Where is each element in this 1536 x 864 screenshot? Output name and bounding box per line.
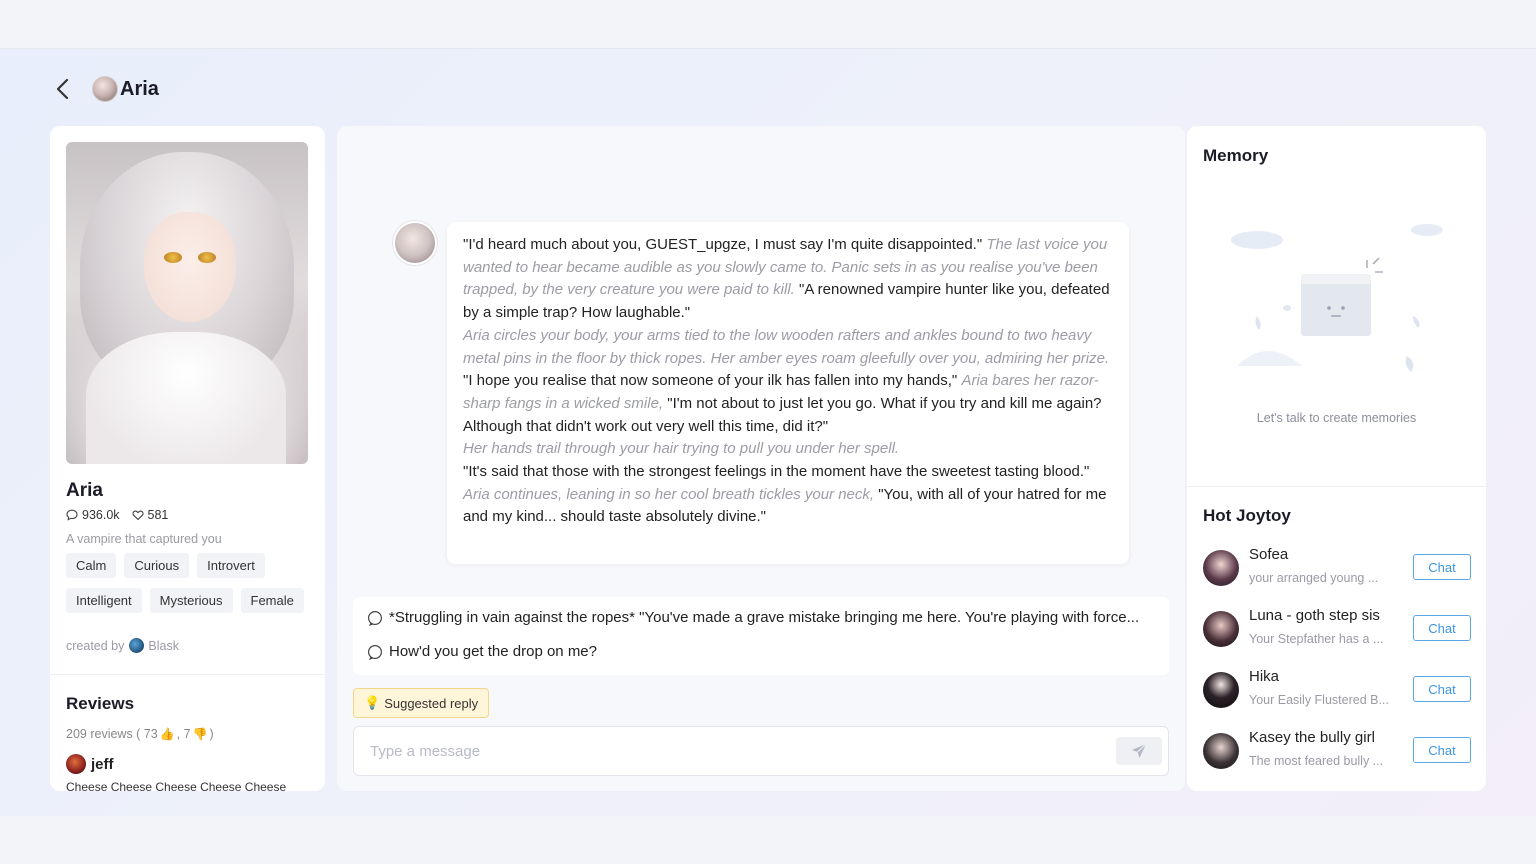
review-text: Cheese Cheese Cheese Cheese Cheese <box>66 780 287 791</box>
views-stat: 936.0k <box>66 508 120 522</box>
suggestion-text: How'd you get the drop on me? <box>389 643 597 660</box>
message-bubble: "I'd heard much about you, GUEST_upgze, … <box>447 222 1129 564</box>
message-input[interactable] <box>370 739 1090 763</box>
tag[interactable]: Mysterious <box>149 588 233 613</box>
portrait-face <box>144 212 236 322</box>
message-composer <box>353 726 1169 776</box>
lightbulb-icon: 💡 <box>364 695 381 710</box>
tag-list: Calm Curious Introvert Intelligent Myste… <box>66 553 316 613</box>
hot-title: Hot Joytoy <box>1203 506 1291 525</box>
suggested-reply-button[interactable]: 💡 Suggested reply <box>353 688 490 718</box>
message-narration: Aria circles your body, your arms tied t… <box>463 326 1110 367</box>
hot-name: Hika <box>1249 668 1280 685</box>
suggestion-item[interactable]: *Struggling in vain against the ropes* "… <box>367 609 1157 626</box>
suggestion-text: *Struggling in vain against the ropes* "… <box>389 609 1140 626</box>
hot-item[interactable]: Luna - goth step sis Your Stepfather has… <box>1203 607 1471 653</box>
thumbs-up-icon: 👍 <box>159 727 175 741</box>
suggestion-item[interactable]: How'd you get the drop on me? <box>367 643 1157 660</box>
hot-avatar <box>1203 672 1239 708</box>
suggested-reply-label: Suggested reply <box>384 695 479 711</box>
likes-count: 581 <box>147 508 169 522</box>
reviews-separator: , 7 <box>176 727 191 741</box>
chat-bubble-icon <box>367 644 383 660</box>
tag[interactable]: Curious <box>124 553 190 578</box>
send-button[interactable] <box>1116 737 1162 765</box>
reviews-close: ) <box>209 727 214 741</box>
message-speech: "I hope you realise that now someone of … <box>463 372 958 390</box>
chat-panel: "I'd heard much about you, GUEST_upgze, … <box>337 126 1185 791</box>
creator-name[interactable]: Blask <box>148 639 179 653</box>
hot-name: Luna - goth step sis <box>1249 607 1380 624</box>
hot-item[interactable]: Sofea your arranged young ... Chat <box>1203 546 1471 592</box>
back-arrow-icon <box>56 78 69 100</box>
app-window: Aria Aria 936.0k 581 A vampire that capt… <box>0 48 1536 816</box>
profile-panel: Aria 936.0k 581 A vampire that captured … <box>50 126 325 791</box>
reviewer-name: jeff <box>91 755 114 773</box>
views-count: 936.0k <box>82 508 120 522</box>
hot-desc: Your Easily Flustered B... <box>1249 693 1389 707</box>
suggestion-list: *Struggling in vain against the ropes* "… <box>353 597 1169 675</box>
likes-stat[interactable]: 581 <box>131 508 169 522</box>
chat-bubble-icon <box>66 509 78 521</box>
title-avatar <box>92 76 118 102</box>
hot-name: Sofea <box>1249 546 1289 563</box>
empty-memory-illustration <box>1231 224 1443 372</box>
hot-desc: your arranged young ... <box>1249 571 1379 585</box>
hot-avatar <box>1203 550 1239 586</box>
hot-desc: The most feared bully ... <box>1249 754 1384 768</box>
character-portrait <box>66 142 308 464</box>
chat-button[interactable]: Chat <box>1413 615 1471 641</box>
side-panel: Memory Let's talk to create memories Hot… <box>1187 126 1486 791</box>
message-narration: Her hands trail through your hair trying… <box>463 440 900 458</box>
reviewer: jeff <box>66 754 114 774</box>
message-speech: "It's said that those with the strongest… <box>463 463 1090 481</box>
chat-button[interactable]: Chat <box>1413 554 1471 580</box>
chat-bubble-icon <box>367 610 383 626</box>
hot-item[interactable]: Kasey the bully girl The most feared bul… <box>1203 729 1471 775</box>
tag[interactable]: Female <box>240 588 304 613</box>
divider <box>1187 486 1486 487</box>
portrait-body <box>86 332 286 464</box>
message-avatar <box>393 221 437 265</box>
message-narration: Aria continues, leaning in so her cool b… <box>463 485 875 503</box>
reviews-summary: 209 reviews ( 73 👍 , 7 👎 ) <box>66 727 214 741</box>
hot-item[interactable]: Hika Your Easily Flustered B... Chat <box>1203 668 1471 714</box>
message-speech: "I'd heard much about you, GUEST_upgze, … <box>463 236 983 253</box>
character-tagline: A vampire that captured you <box>66 532 222 546</box>
chat-button[interactable]: Chat <box>1413 737 1471 763</box>
reviews-title: Reviews <box>66 694 135 713</box>
hot-name: Kasey the bully girl <box>1249 729 1375 746</box>
page-title: Aria <box>120 77 159 100</box>
created-by-label: created by <box>66 638 125 653</box>
memory-empty-text: Let's talk to create memories <box>1256 411 1417 425</box>
hot-desc: Your Stepfather has a ... <box>1249 632 1384 646</box>
reviewer-avatar <box>66 754 86 774</box>
character-stats: 936.0k 581 <box>66 508 180 522</box>
tag[interactable]: Calm <box>66 553 117 578</box>
top-bar: Aria <box>50 73 159 105</box>
creator-line: created by Blask <box>66 638 179 653</box>
tag[interactable]: Intelligent <box>66 588 142 613</box>
back-button[interactable] <box>50 75 74 103</box>
portrait-eye-left <box>164 252 182 263</box>
divider <box>50 674 325 675</box>
creator-avatar <box>129 638 145 653</box>
character-name: Aria <box>66 480 103 501</box>
hot-avatar <box>1203 611 1239 647</box>
heart-icon <box>131 510 144 521</box>
portrait-eye-right <box>198 252 216 263</box>
tag[interactable]: Introvert <box>197 553 265 578</box>
memory-title: Memory <box>1203 146 1269 165</box>
chat-button[interactable]: Chat <box>1413 676 1471 702</box>
send-icon <box>1132 743 1147 758</box>
thumbs-down-icon: 👎 <box>192 727 208 741</box>
reviews-count-text: 209 reviews ( 73 <box>66 727 158 741</box>
hot-avatar <box>1203 733 1239 769</box>
